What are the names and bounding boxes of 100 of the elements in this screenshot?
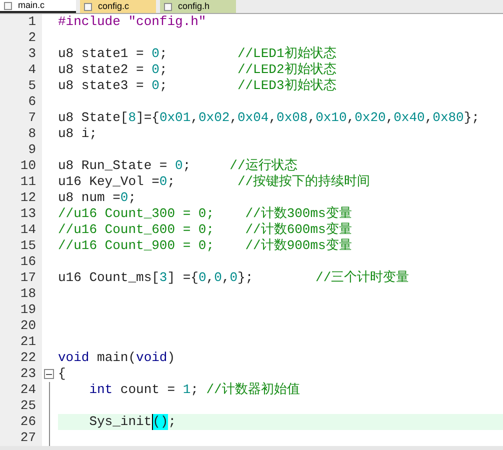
code-text: int xyxy=(89,382,113,398)
code-text: u8 num = xyxy=(58,190,120,206)
code-text: 0x80 xyxy=(432,110,464,126)
code-text: ; xyxy=(168,414,176,430)
code-text: ]={ xyxy=(136,110,160,126)
collapse-icon[interactable] xyxy=(44,369,54,379)
code-text: ] ={ xyxy=(167,270,198,286)
code-text: , xyxy=(206,270,214,286)
code-comment: //LED3初始状态 xyxy=(237,78,336,94)
code-text: ; xyxy=(182,158,192,174)
code-text: , xyxy=(268,110,277,126)
code-text: 0x08 xyxy=(276,110,308,126)
code-comment: //计数器初始值 xyxy=(206,382,300,398)
code-text: u16 Count_ms[ xyxy=(58,270,160,286)
line-number: 23 xyxy=(0,366,42,382)
code-comment: //运行状态 xyxy=(230,158,298,174)
code-text: main( xyxy=(96,350,136,366)
code-text: , xyxy=(230,110,238,126)
line-number: 18 xyxy=(0,286,42,302)
file-icon xyxy=(84,2,92,10)
code-text: "config.h" xyxy=(128,14,206,30)
code-text: 0 xyxy=(214,270,222,286)
code-text: 0x10 xyxy=(316,110,347,126)
line-number: 7 xyxy=(0,110,42,126)
code-text: u8 i; xyxy=(58,126,98,142)
code-text: 1 xyxy=(182,382,191,398)
line-number: 2 xyxy=(0,30,42,46)
code-text: 0 xyxy=(120,190,128,206)
code-text: 0 xyxy=(230,270,238,286)
file-tab[interactable]: main.c xyxy=(0,0,76,13)
code-text: }; xyxy=(464,110,480,126)
line-number: 6 xyxy=(0,94,42,110)
code-text: #include xyxy=(58,14,122,30)
tab-label: main.c xyxy=(18,0,45,11)
code-text: 0 xyxy=(152,78,160,94)
code-text: 0x40 xyxy=(394,110,425,126)
file-tab[interactable]: config.h xyxy=(160,0,236,13)
code-text: ; xyxy=(159,62,168,78)
file-tab[interactable]: config.c xyxy=(80,0,156,13)
code-text: , xyxy=(222,270,230,286)
line-number: 20 xyxy=(0,318,42,334)
code-text: 0 xyxy=(152,46,160,62)
code-text: 0x01 xyxy=(159,110,191,126)
code-text: count = xyxy=(119,382,176,398)
line-number: 11 xyxy=(0,174,42,190)
code-text: { xyxy=(58,366,66,382)
line-number: 8 xyxy=(0,126,42,142)
code-text: ; xyxy=(190,382,200,398)
line-number: 24 xyxy=(0,382,42,398)
code-text: ) xyxy=(167,350,176,366)
line-number: 21 xyxy=(0,334,42,350)
code-comment: //LED1初始状态 xyxy=(237,46,336,62)
code-text: 3 xyxy=(159,270,168,286)
line-number: 16 xyxy=(0,254,42,270)
code-comment: //u16 Count_600 = 0; //计数600ms变量 xyxy=(58,222,352,238)
line-number: 14 xyxy=(0,222,42,238)
line-number: 15 xyxy=(0,238,42,254)
line-number: 1 xyxy=(0,14,42,30)
text-cursor xyxy=(152,414,153,430)
line-number: 27 xyxy=(0,430,42,446)
code-text: ; xyxy=(159,46,168,62)
file-icon xyxy=(164,2,172,10)
tab-label: config.h xyxy=(178,1,210,12)
code-text: u16 Key_Vol = xyxy=(58,174,160,190)
code-text: }; xyxy=(238,270,254,286)
code-text: u8 state2 = xyxy=(58,62,145,78)
line-number: 22 xyxy=(0,350,42,366)
file-icon xyxy=(4,2,12,10)
code-text: , xyxy=(386,110,394,126)
code-text: , xyxy=(308,110,316,126)
code-text: u8 State[ xyxy=(58,110,128,126)
code-text: u8 state1 = xyxy=(58,46,145,62)
line-number: 26 xyxy=(0,414,42,430)
code-comment: //u16 Count_900 = 0; //计数900ms变量 xyxy=(58,238,352,254)
code-text: ; xyxy=(167,174,176,190)
code-text: , xyxy=(346,110,355,126)
line-number: 5 xyxy=(0,78,42,94)
code-text: ; xyxy=(159,78,168,94)
code-text: u8 Run_State = xyxy=(58,158,168,174)
code-text: 0x20 xyxy=(354,110,386,126)
code-text: 0 xyxy=(152,62,160,78)
code-text: ; xyxy=(128,190,136,206)
code-text: void xyxy=(136,350,168,366)
line-number: 9 xyxy=(0,142,42,158)
code-text: 0 xyxy=(159,174,168,190)
line-number: 4 xyxy=(0,62,42,78)
line-number: 10 xyxy=(0,158,42,174)
code-comment: //按键按下的持续时间 xyxy=(237,174,370,190)
code-text: u8 state3 = xyxy=(58,78,145,94)
code-text: , xyxy=(190,110,198,126)
code-text: 0x02 xyxy=(198,110,230,126)
line-number: 17 xyxy=(0,270,42,286)
line-number: 19 xyxy=(0,302,42,318)
line-number: 13 xyxy=(0,206,42,222)
code-text: , xyxy=(424,110,433,126)
code-comment: //三个计时变量 xyxy=(316,270,410,286)
code-text: 0x04 xyxy=(238,110,269,126)
tab-label: config.c xyxy=(98,1,130,12)
code-text: Sys_init xyxy=(89,414,152,430)
code-text: 0 xyxy=(198,270,206,286)
